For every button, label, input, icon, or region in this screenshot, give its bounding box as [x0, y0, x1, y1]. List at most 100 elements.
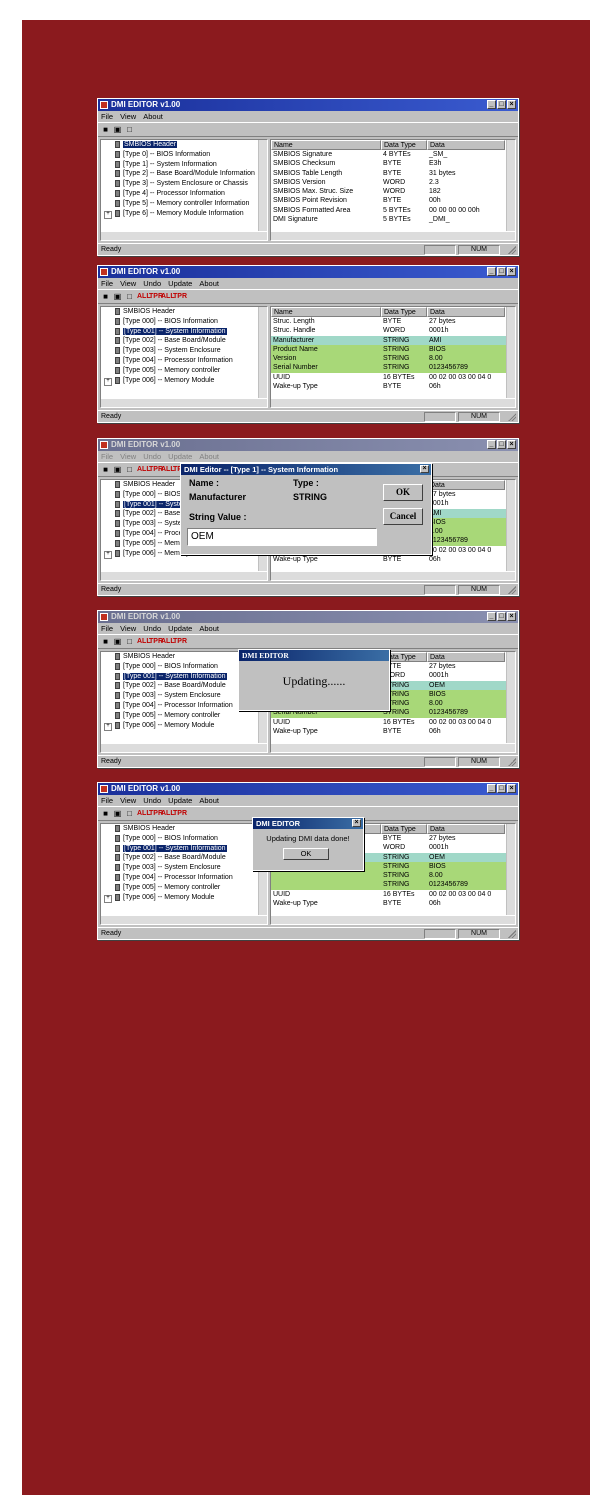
ok-button[interactable]: OK	[383, 484, 423, 501]
tree-item[interactable]: [Type 003] -- System Enclosure	[101, 346, 267, 356]
save-icon[interactable]: ■	[101, 637, 110, 646]
list-row[interactable]: DMI Signature 5 BYTEs _DMI_	[271, 215, 515, 224]
title-bar[interactable]: DMI EDITOR v1.00 _ □ ×	[98, 99, 518, 111]
tree-item[interactable]: [Type 0] -- BIOS Information	[101, 150, 267, 160]
list-row[interactable]: SMBIOS Signature 4 BYTEs _SM_	[271, 150, 515, 159]
resize-grip[interactable]	[508, 246, 516, 254]
menu-item-file[interactable]: File	[101, 451, 113, 462]
save-icon[interactable]: ■	[101, 125, 110, 134]
ok-button[interactable]: OK	[283, 848, 329, 860]
column-header[interactable]: Data	[427, 140, 505, 150]
tree-item[interactable]: [Type 004] -- Processor Information	[101, 873, 267, 883]
list-row[interactable]: Struc. Length BYTE 27 bytes	[271, 317, 515, 326]
menu-item-about[interactable]: About	[199, 451, 219, 462]
tree-item[interactable]: [Type 000] -- BIOS Information	[101, 834, 267, 844]
tree-item[interactable]: + [Type 006] -- Memory Module	[101, 376, 267, 386]
menu-item-file[interactable]: File	[101, 623, 113, 634]
list-row[interactable]: Manufacturer STRING AMI	[271, 335, 515, 345]
menu-item-about[interactable]: About	[143, 111, 163, 122]
list-row[interactable]: UUID 16 BYTEs 00 02 00 03 00 04 0	[271, 718, 515, 727]
tree-horizontal-scrollbar[interactable]	[101, 399, 267, 407]
minimize-icon[interactable]: _	[487, 784, 496, 793]
maximize-icon[interactable]: □	[497, 267, 506, 276]
tree-horizontal-scrollbar[interactable]	[101, 232, 267, 240]
tree-item[interactable]: [Type 002] -- Base Board/Module	[101, 336, 267, 346]
toolbar-all-button[interactable]: ALL	[137, 637, 151, 646]
menu-item-undo[interactable]: Undo	[143, 795, 161, 806]
column-header[interactable]: Data Type	[381, 824, 427, 834]
title-bar[interactable]: DMI EDITOR v1.00 _ □ ×	[98, 611, 518, 623]
list-row[interactable]: Version STRING 8.00	[271, 354, 515, 364]
tree-item[interactable]: SMBIOS Header	[101, 824, 267, 834]
list-row[interactable]: Wake-up Type BYTE 06h	[271, 555, 515, 564]
menu-item-view[interactable]: View	[120, 623, 136, 634]
expand-icon[interactable]: +	[104, 210, 112, 219]
list-row[interactable]: SMBIOS Checksum BYTE E3h	[271, 159, 515, 168]
list-vertical-scrollbar[interactable]	[506, 140, 515, 231]
list-row[interactable]: Struc. Handle WORD 0001h	[271, 326, 515, 335]
close-icon[interactable]: ×	[352, 819, 361, 827]
menu-item-update[interactable]: Update	[168, 623, 192, 634]
open-icon[interactable]: ▣	[113, 637, 122, 646]
list-row[interactable]: Wake-up Type BYTE 06h	[271, 382, 515, 391]
minimize-icon[interactable]: _	[487, 440, 496, 449]
toolbar-all-button[interactable]: ALL	[161, 809, 175, 818]
list-row[interactable]: UUID 16 BYTEs 00 02 00 03 00 04 0	[271, 890, 515, 899]
toolbar-tpr-button[interactable]: TPR	[149, 465, 163, 474]
dialog-title-bar[interactable]: DMI Editor -- [Type 1] -- System Informa…	[181, 464, 431, 475]
save-icon[interactable]: ■	[101, 809, 110, 818]
open-icon[interactable]: ▣	[113, 125, 122, 134]
column-header[interactable]: Name	[271, 307, 381, 317]
tree-vertical-scrollbar[interactable]	[258, 307, 267, 398]
page-icon[interactable]: □	[125, 465, 134, 474]
column-header[interactable]: Data Type	[381, 140, 427, 150]
minimize-icon[interactable]: _	[487, 612, 496, 621]
menu-item-view[interactable]: View	[120, 278, 136, 289]
tree-item[interactable]: [Type 000] -- BIOS Information	[101, 317, 267, 327]
list-row[interactable]: Product Name STRING BIOS	[271, 344, 515, 355]
list-row[interactable]: STRING 8.00	[271, 871, 515, 881]
save-icon[interactable]: ■	[101, 292, 110, 301]
list-row[interactable]: Serial Number STRING 0123456789	[271, 363, 515, 373]
list-row[interactable]: SMBIOS Formatted Area 5 BYTEs 00 00 00 00 …	[271, 206, 515, 215]
save-icon[interactable]: ■	[101, 465, 110, 474]
list-vertical-scrollbar[interactable]	[506, 307, 515, 398]
toolbar-tpr-button[interactable]: TPR	[173, 637, 187, 646]
cancel-button[interactable]: Cancel	[383, 508, 423, 525]
tree-item[interactable]: + [Type 6] -- Memory Module Information	[101, 209, 267, 219]
list-row[interactable]: Wake-up Type BYTE 06h	[271, 727, 515, 736]
tree-item[interactable]: [Type 5] -- Memory controller Informatio…	[101, 199, 267, 209]
tree-vertical-scrollbar[interactable]	[258, 140, 267, 231]
tree-item[interactable]: SMBIOS Header	[101, 307, 267, 317]
toolbar-tpr-button[interactable]: TPR	[149, 637, 163, 646]
list-row[interactable]: SMBIOS Point Revision BYTE 00h	[271, 196, 515, 205]
column-header[interactable]: Name	[271, 140, 381, 150]
smbios-tree[interactable]: SMBIOS Header [Type 000] -- BIOS Informat…	[100, 823, 268, 925]
tree-item[interactable]: + [Type 006] -- Memory Module	[101, 893, 267, 903]
string-value-input[interactable]: OEM	[187, 528, 377, 546]
tree-item[interactable]: [Type 005] -- Memory controller	[101, 366, 267, 376]
menu-item-file[interactable]: File	[101, 111, 113, 122]
column-header[interactable]: Data	[427, 480, 505, 490]
tree-item[interactable]: [Type 004] -- Processor Information	[101, 356, 267, 366]
expand-icon[interactable]: +	[104, 722, 112, 731]
menu-item-about[interactable]: About	[199, 278, 219, 289]
menu-item-undo[interactable]: Undo	[143, 623, 161, 634]
tree-item[interactable]: [Type 4] -- Processor Information	[101, 189, 267, 199]
title-bar[interactable]: DMI EDITOR v1.00 _ □ ×	[98, 783, 518, 795]
open-icon[interactable]: ▣	[113, 292, 122, 301]
tree-item[interactable]: [Type 005] -- Memory controller	[101, 711, 267, 721]
menu-item-update[interactable]: Update	[168, 278, 192, 289]
maximize-icon[interactable]: □	[497, 612, 506, 621]
toolbar-tpr-button[interactable]: TPR	[173, 292, 187, 301]
close-icon[interactable]: ×	[507, 784, 516, 793]
menu-item-about[interactable]: About	[199, 623, 219, 634]
menu-item-view[interactable]: View	[120, 451, 136, 462]
tree-item[interactable]: [Type 001] -- System Information	[101, 327, 267, 337]
page-icon[interactable]: □	[125, 125, 134, 134]
tree-item[interactable]: [Type 001] -- System Information	[101, 844, 267, 854]
list-horizontal-scrollbar[interactable]	[271, 916, 515, 924]
column-header[interactable]: Data Type	[381, 307, 427, 317]
menu-item-undo[interactable]: Undo	[143, 451, 161, 462]
close-icon[interactable]: ×	[507, 440, 516, 449]
